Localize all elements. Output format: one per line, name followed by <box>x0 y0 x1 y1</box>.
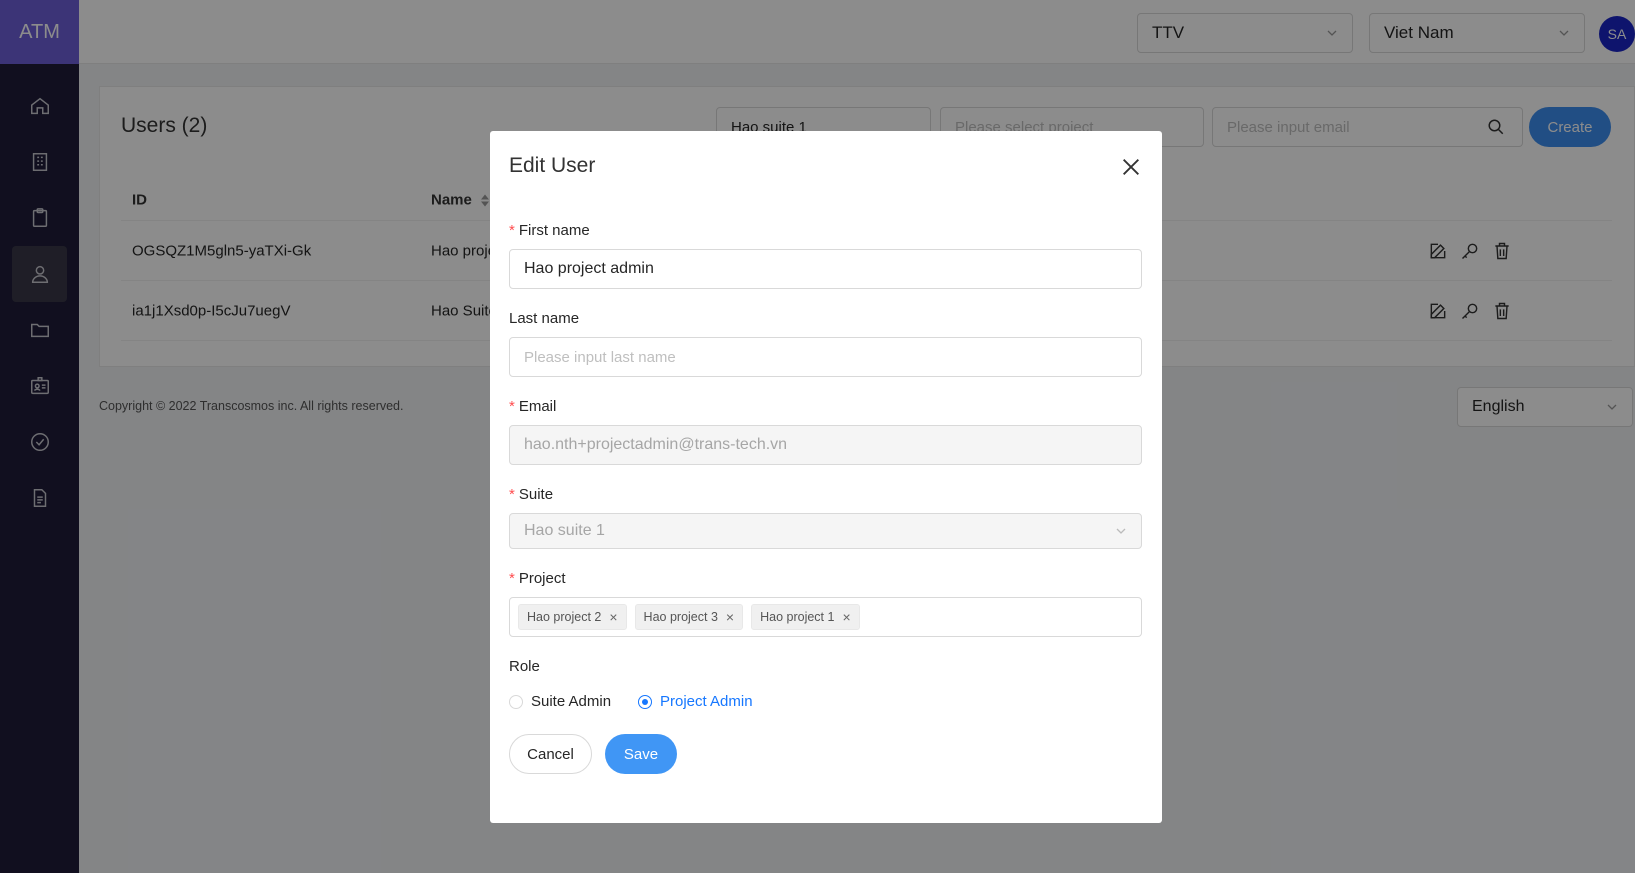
role-option-label: Project Admin <box>660 693 753 710</box>
first-name-field[interactable]: Hao project admin <box>509 249 1142 289</box>
close-icon[interactable] <box>1120 156 1142 178</box>
close-icon[interactable]: × <box>726 609 734 625</box>
radio-circle <box>509 694 523 709</box>
email-value: hao.nth+projectadmin@trans-tech.vn <box>524 436 788 453</box>
project-multiselect[interactable]: Hao project 2 × Hao project 3 × Hao proj… <box>509 597 1142 637</box>
last-name-placeholder: Please input last name <box>524 348 676 366</box>
project-tag: Hao project 3 × <box>634 604 744 630</box>
save-button[interactable]: Save <box>605 734 677 774</box>
email-label: * Email <box>509 398 556 415</box>
edit-user-modal: Edit User * First name Hao project admin … <box>490 131 1162 823</box>
suite-select: Hao suite 1 <box>509 513 1142 549</box>
radio-circle <box>638 694 652 709</box>
last-name-label: Last name <box>509 310 580 327</box>
email-label-text: Email <box>518 398 557 415</box>
modal-title: Edit User <box>509 154 596 177</box>
required-mark: * <box>509 222 515 239</box>
first-name-label-text: First name <box>518 222 590 239</box>
project-tag-label: Hao project 2 <box>527 610 602 624</box>
role-option-label: Suite Admin <box>531 693 612 710</box>
email-field: hao.nth+projectadmin@trans-tech.vn <box>509 425 1142 465</box>
cancel-button[interactable]: Cancel <box>509 734 592 774</box>
project-label-text: Project <box>518 570 566 587</box>
required-mark: * <box>509 486 515 503</box>
role-radio-suite-admin[interactable]: Suite Admin <box>509 693 611 710</box>
suite-label-text: Suite <box>518 486 554 503</box>
project-tag-label: Hao project 3 <box>643 610 718 624</box>
first-name-label: * First name <box>509 222 590 239</box>
suite-value: Hao suite 1 <box>524 522 605 539</box>
required-mark: * <box>509 398 515 415</box>
required-mark: * <box>509 570 515 587</box>
close-icon[interactable]: × <box>609 609 617 625</box>
project-tag-label: Hao project 1 <box>760 610 835 624</box>
last-name-field[interactable]: Please input last name <box>509 337 1142 377</box>
role-label: Role <box>509 658 540 675</box>
suite-label: * Suite <box>509 486 553 503</box>
role-radio-project-admin[interactable]: Project Admin <box>638 693 753 710</box>
close-icon[interactable]: × <box>842 609 850 625</box>
project-tag: Hao project 1 × <box>751 604 860 630</box>
chevron-down-icon <box>1116 528 1126 534</box>
project-label: * Project <box>509 570 566 587</box>
project-tag: Hao project 2 × <box>518 604 627 630</box>
first-name-value: Hao project admin <box>524 260 654 277</box>
